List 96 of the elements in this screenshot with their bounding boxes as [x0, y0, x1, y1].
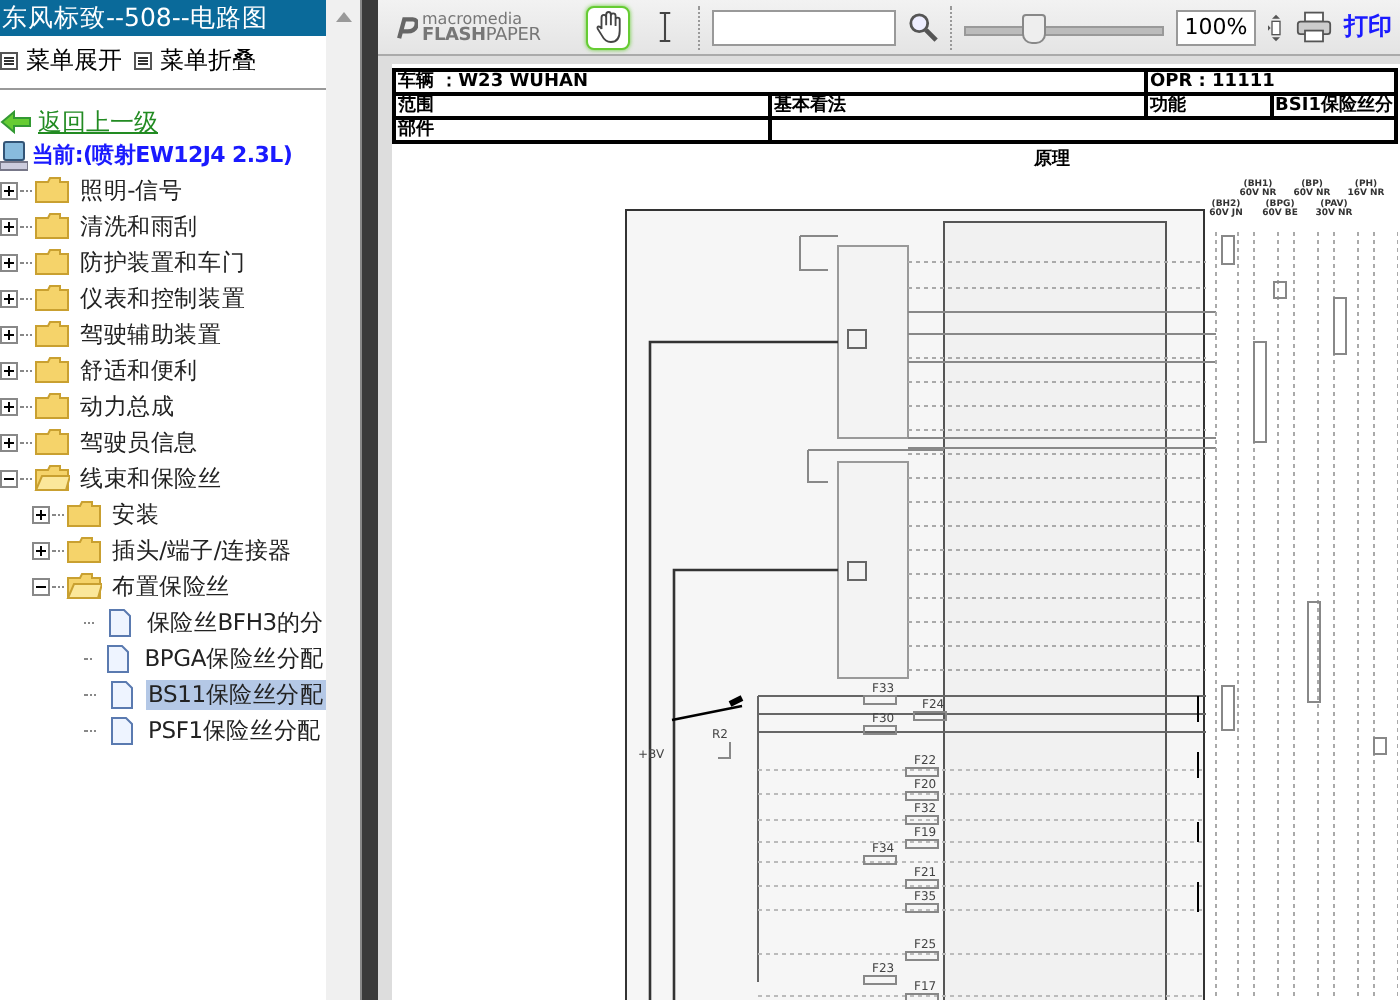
expander-icon[interactable]: [0, 469, 18, 487]
tree-item[interactable]: PSF1保险丝分配: [146, 715, 323, 745]
expander-icon[interactable]: [32, 541, 50, 559]
expander-icon[interactable]: [0, 397, 18, 415]
folder-icon: [34, 248, 70, 276]
tree-item[interactable]: 驾驶员信息: [78, 427, 201, 457]
fuse-symbol: [863, 975, 897, 985]
fuse-symbol: [863, 695, 897, 705]
folder-icon: [34, 320, 70, 348]
table-cell: BSI1保险丝分: [1271, 94, 1396, 118]
tree-item[interactable]: 防护装置和车门: [78, 247, 248, 277]
expander-icon[interactable]: [0, 181, 18, 199]
logo-text: FLASHPAPER: [422, 27, 541, 43]
hand-icon: [593, 10, 623, 44]
fuse-symbol: [905, 839, 939, 849]
fuse-symbol: [863, 855, 897, 865]
zoom-field[interactable]: 100%: [1176, 9, 1256, 45]
fuse-symbol: [905, 791, 939, 801]
folder-icon: [34, 176, 70, 204]
list-icon: [134, 51, 152, 69]
table-cell: 车辆 ：W23 WUHAN: [394, 70, 1146, 94]
expander-icon[interactable]: [32, 577, 50, 595]
pin-block: [1307, 601, 1321, 703]
fuse-symbol: [905, 879, 939, 889]
tree-item[interactable]: 动力总成: [78, 391, 177, 421]
document-icon: [110, 715, 134, 745]
tree-item[interactable]: 舒适和便利: [78, 355, 201, 385]
tree-item[interactable]: BS11保险丝分配: [146, 679, 326, 709]
tree-item[interactable]: 插头/端子/连接器: [110, 535, 294, 565]
table-cell: 功能: [1146, 94, 1271, 118]
search-icon[interactable]: [908, 12, 938, 42]
pin-block: [1333, 297, 1347, 355]
back-link[interactable]: 返回上一级: [38, 105, 158, 139]
folder-icon: [66, 536, 102, 564]
tree-item[interactable]: 布置保险丝: [110, 571, 233, 601]
tree-item[interactable]: 线束和保险丝: [78, 463, 224, 493]
pin-block: [1253, 341, 1267, 443]
fuse-symbol: [905, 993, 939, 1000]
document-icon: [106, 643, 131, 673]
fuse-symbol: [905, 815, 939, 825]
table-cell: 部件: [394, 118, 770, 142]
logo-text: macromedia: [422, 11, 523, 27]
expander-icon[interactable]: [0, 325, 18, 343]
hand-tool-button[interactable]: [586, 5, 630, 49]
folder-icon: [34, 212, 70, 240]
table-cell: 基本看法: [770, 94, 1146, 118]
tree-item[interactable]: 仪表和控制装置: [78, 283, 248, 313]
tree-item[interactable]: 照明-信号: [78, 175, 185, 205]
text-cursor-icon: [657, 10, 671, 44]
expander-icon[interactable]: [0, 289, 18, 307]
table-cell: OPR : 11111: [1146, 70, 1396, 94]
tree-item[interactable]: 保险丝BFH3的分: [144, 607, 326, 637]
expander-icon[interactable]: [0, 217, 18, 235]
fuse-symbol: [905, 903, 939, 913]
menu-toggle-button[interactable]: 菜单折叠: [134, 43, 256, 77]
menu-toggle-button[interactable]: 菜单展开: [0, 43, 122, 77]
pin-block: [1221, 235, 1235, 265]
back-arrow-icon: [0, 110, 32, 134]
tree-item[interactable]: BPGA保险丝分配: [142, 643, 326, 673]
expander-icon[interactable]: [32, 505, 50, 523]
tree-item[interactable]: 清洗和雨刮: [78, 211, 201, 241]
panel-title: 东风标致--508--电路图: [0, 0, 326, 36]
expander-icon[interactable]: [0, 253, 18, 271]
folder-icon: [66, 500, 102, 528]
table-cell: 范围: [394, 94, 770, 118]
print-link[interactable]: 打印: [1344, 10, 1392, 44]
expander-icon[interactable]: [0, 361, 18, 379]
current-location: 当前:(喷射EW12J4 2.3L): [32, 140, 293, 170]
document-icon: [108, 607, 133, 637]
search-field[interactable]: [712, 9, 896, 45]
fuse-symbol: [863, 725, 897, 735]
pin-block: [1273, 281, 1287, 299]
tree-item[interactable]: 驾驶辅助装置: [78, 319, 224, 349]
pin-block: [1221, 685, 1235, 731]
folder-icon: [66, 572, 102, 600]
document-icon: [110, 679, 134, 709]
folder-icon: [34, 284, 70, 312]
computer-icon: [0, 139, 28, 171]
slider-thumb[interactable]: [1022, 13, 1046, 43]
folder-icon: [34, 428, 70, 456]
tree-item[interactable]: 安装: [110, 499, 162, 529]
folder-icon: [34, 356, 70, 384]
fuse-symbol: [905, 767, 939, 777]
zoom-slider[interactable]: [964, 11, 1164, 43]
folder-icon: [34, 464, 70, 492]
section-title: 原理: [1032, 147, 1072, 172]
pin-block: [1373, 737, 1387, 755]
fuse-symbol: [905, 951, 939, 961]
scrollbar[interactable]: [326, 0, 360, 1000]
logo-icon: [394, 13, 418, 41]
expander-icon[interactable]: [0, 433, 18, 451]
fuse-symbol: [913, 711, 947, 721]
splitter-bar[interactable]: [360, 0, 378, 1000]
chip-symbol: [847, 561, 867, 581]
folder-icon: [34, 392, 70, 420]
printer-icon[interactable]: [1296, 10, 1332, 44]
